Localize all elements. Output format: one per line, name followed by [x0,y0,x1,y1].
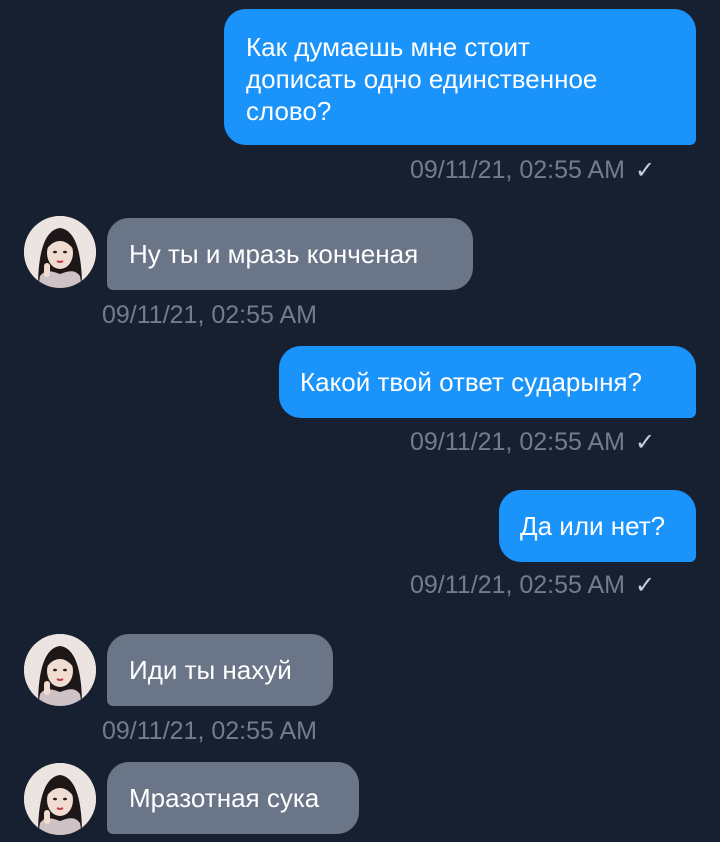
check-icon: ✓ [634,572,656,599]
avatar-photo [24,216,96,288]
message-timestamp-row: 09/11/21, 02:55 AM [102,300,317,330]
incoming-message-bubble[interactable]: Мразотная сука [107,762,359,834]
incoming-message-bubble[interactable]: Ну ты и мразь конченая [107,218,473,290]
message-timestamp-row: 09/11/21, 02:55 AM [102,716,317,746]
message-text-line: Да или нет? [520,511,666,541]
message-text-line: дописать одно единственное [246,64,598,94]
message-text-line: слово? [246,96,332,126]
contact-avatar[interactable] [24,763,96,835]
outgoing-message-bubble[interactable]: Какой твой ответ сударыня? [279,346,696,418]
outgoing-message-bubble[interactable]: Как думаешь мне стоит дописать одно един… [224,9,696,145]
message-timestamp: 09/11/21, 02:55 AM [410,428,625,456]
incoming-message-bubble[interactable]: Иди ты нахуй [107,634,333,706]
message-timestamp: 09/11/21, 02:55 AM [102,717,317,745]
message-timestamp: 09/11/21, 02:55 AM [410,156,625,184]
message-timestamp: 09/11/21, 02:55 AM [410,571,625,599]
message-timestamp: 09/11/21, 02:55 AM [102,301,317,329]
message-text-line: Как думаешь мне стоит [246,32,530,62]
message-text-line: Мразотная сука [129,783,320,813]
check-icon: ✓ [634,429,656,456]
avatar-photo [24,763,96,835]
contact-avatar[interactable] [24,634,96,706]
message-timestamp-row: 09/11/21, 02:55 AM ✓ [410,155,655,186]
message-text-line: Какой твой ответ сударыня? [300,367,642,397]
message-text-line: Иди ты нахуй [129,655,292,685]
avatar-photo [24,634,96,706]
message-timestamp-row: 09/11/21, 02:55 AM ✓ [410,570,655,601]
contact-avatar[interactable] [24,216,96,288]
check-icon: ✓ [634,157,656,184]
message-text-line: Ну ты и мразь конченая [129,239,419,269]
outgoing-message-bubble[interactable]: Да или нет? [499,490,696,562]
message-timestamp-row: 09/11/21, 02:55 AM ✓ [410,427,655,458]
chat-view[interactable]: Как думаешь мне стоит дописать одно един… [0,0,720,842]
